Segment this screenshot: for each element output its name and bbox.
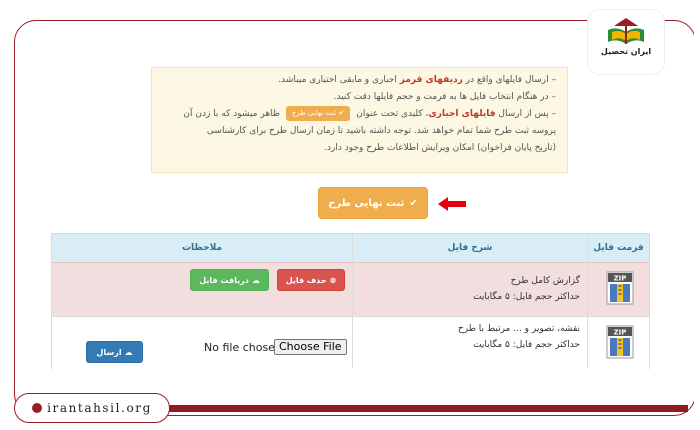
svg-text:ZIP: ZIP — [614, 329, 627, 337]
upload-send-button[interactable]: ☁ ارسال — [86, 341, 143, 363]
zip-file-icon: ZIP — [606, 325, 634, 359]
choose-file-button[interactable]: Choose File — [274, 339, 347, 355]
required-rows-highlight: ردیفهای قرمز — [399, 75, 463, 85]
footer-accent-bar — [168, 405, 688, 412]
inline-final-button-sample: ✔ ثبت نهایی طرح — [285, 106, 351, 121]
check-icon: ✔ — [409, 197, 418, 209]
header-format: فرمت فایل — [593, 243, 644, 253]
column-divider — [352, 234, 353, 368]
logo-text: ایران تحصیل — [600, 47, 652, 56]
table-row: ZIP گزارش کامل طرح حداکثر حجم فایل: ۵ مگ… — [52, 262, 649, 317]
file-size-limit: حداکثر حجم فایل: ۵ مگابایت — [473, 292, 580, 302]
site-logo: ایران تحصیل — [588, 10, 664, 74]
times-circle-icon: ⊗ — [329, 275, 337, 285]
file-title: گزارش کامل طرح — [510, 276, 580, 286]
frame-edge-mask — [694, 0, 700, 430]
instruction-line-2: – در هنگام انتخاب فایل ها به فرمت و حجم … — [333, 92, 556, 102]
delete-file-button[interactable]: ⊗ حذف فایل — [277, 269, 345, 291]
svg-text:ZIP: ZIP — [614, 275, 627, 283]
table-header: فرمت فایل شرح فایل ملاحظات — [52, 234, 649, 262]
download-file-button[interactable]: ☁ دریافت فایل — [190, 269, 269, 291]
file-description: گزارش کامل طرح حداکثر حجم فایل: ۵ مگابای… — [412, 273, 580, 305]
files-table: فرمت فایل شرح فایل ملاحظات ZIP گزارش کام… — [51, 233, 650, 370]
file-description: نقشه، تصویر و ... مرتبط با طرح حداکثر حج… — [382, 321, 580, 353]
cloud-download-icon: ☁ — [251, 275, 260, 285]
instruction-line-1: – ارسال فایلهای واقع در ردیفهای قرمز اجب… — [278, 75, 556, 85]
column-divider — [587, 234, 588, 368]
table-row: ZIP نقشه، تصویر و ... مرتبط با طرح حداکث… — [52, 316, 649, 370]
globe-icon — [32, 403, 43, 413]
instruction-line-4: پروسه ثبت طرح شما تمام خواهد شد. توجه دا… — [206, 126, 556, 136]
cloud-upload-icon: ☁ — [124, 347, 133, 357]
no-file-chosen-label: No file chosen — [204, 341, 282, 354]
instructions-alert: – ارسال فایلهای واقع در ردیفهای قرمز اجب… — [151, 67, 568, 173]
instruction-line-5: (تاریخ پایان فراخوان) امکان ویرایش اطلاع… — [324, 143, 556, 153]
header-description: شرح فایل — [447, 243, 493, 253]
header-notes: ملاحظات — [181, 243, 223, 253]
footer-site-link[interactable]: irantahsil.org — [14, 393, 170, 423]
pointer-arrow-icon — [438, 197, 466, 211]
file-title: نقشه، تصویر و ... مرتبط با طرح — [457, 324, 580, 334]
required-files-highlight: فایلهای اجباری — [428, 109, 496, 119]
instruction-line-3: – پس از ارسال فایلهای اجباری، کلیدی تحت … — [162, 106, 556, 123]
final-submit-button[interactable]: ✔ ثبت نهایی طرح — [318, 187, 428, 219]
book-logo-icon — [608, 18, 644, 44]
zip-file-icon: ZIP — [606, 271, 634, 305]
file-size-limit: حداکثر حجم فایل: ۵ مگابایت — [473, 340, 580, 350]
